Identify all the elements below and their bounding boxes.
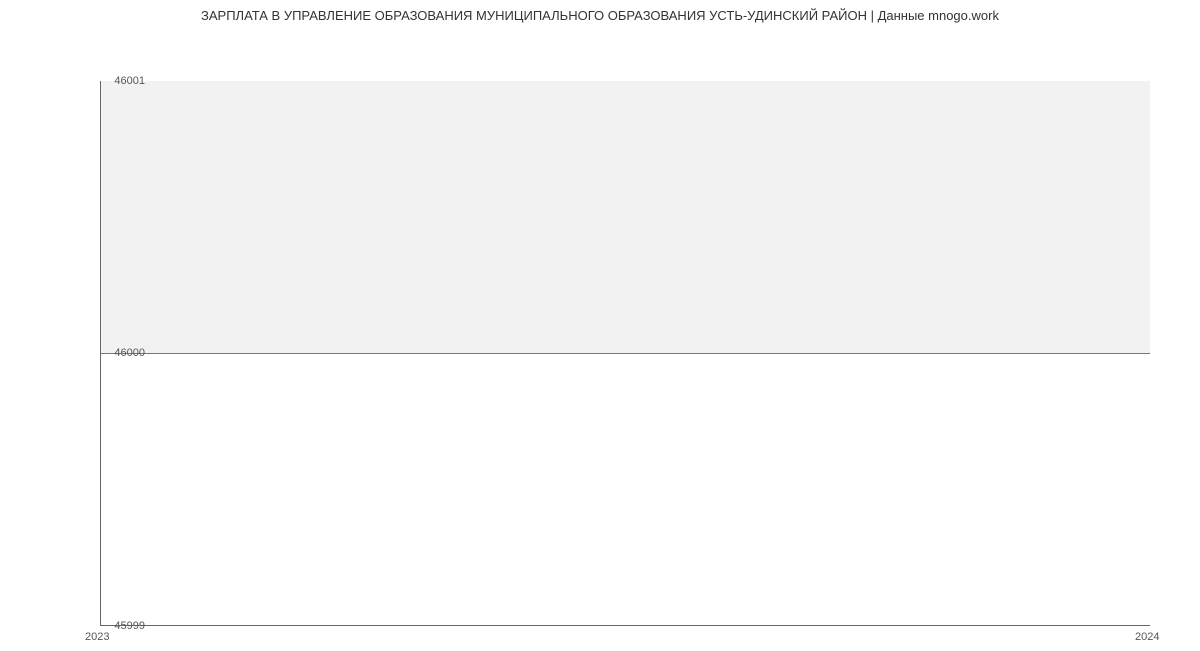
y-axis-tick-top: 46001	[114, 75, 145, 87]
y-axis-tick-bot: 45999	[114, 620, 145, 632]
chart-container: 46001 46000 45999 2023 2024	[0, 31, 1200, 651]
x-axis-tick-right: 2024	[1135, 631, 1159, 643]
shaded-upper-region	[101, 81, 1150, 353]
plot-area	[100, 81, 1150, 626]
y-axis-tick-mid: 46000	[114, 347, 145, 359]
chart-title: ЗАРПЛАТА В УПРАВЛЕНИЕ ОБРАЗОВАНИЯ МУНИЦИ…	[0, 0, 1200, 31]
data-line	[101, 353, 1150, 354]
x-axis-tick-left: 2023	[85, 631, 109, 643]
